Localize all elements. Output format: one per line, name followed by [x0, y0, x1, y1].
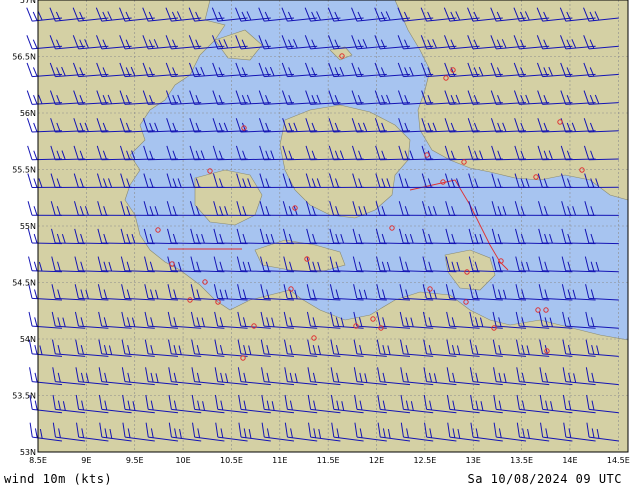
lat-tick-label: 55.5N: [12, 166, 36, 175]
lon-tick-label: 12.5E: [413, 456, 436, 465]
lon-tick-label: 11E: [272, 456, 287, 465]
latitude-labels: 57N 56.5N 56N 55.5N 55N 54.5N 54N 53.5N 53N: [12, 0, 36, 457]
map-canvas: 8.5E 9E 9.5E 10E 10.5E 11E 11.5E 12E 12.5E 13E 13.…: [12, 0, 630, 465]
lon-tick-label: 13E: [466, 456, 481, 465]
lon-tick-label: 10E: [175, 456, 190, 465]
lon-tick-label: 11.5E: [317, 456, 340, 465]
land-funen: [194, 169, 263, 226]
lat-tick-label: 53.5N: [12, 392, 36, 401]
lon-tick-label: 14.5E: [607, 456, 630, 465]
lon-tick-label: 10.5E: [220, 456, 243, 465]
lat-tick-label: 56N: [20, 109, 36, 118]
lon-tick-label: 9E: [81, 456, 91, 465]
lon-tick-label: 9.5E: [126, 456, 144, 465]
lat-tick-label: 53N: [20, 448, 36, 457]
footer-timestamp: Sa 10/08/2024 09 UTC: [467, 472, 622, 486]
lat-tick-label: 56.5N: [12, 53, 36, 62]
lat-tick-label: 54N: [20, 335, 36, 344]
longitude-labels: 8.5E 9E 9.5E 10E 10.5E 11E 11.5E 12E 12.5E 13E 13.…: [29, 456, 630, 465]
lat-tick-label: 54.5N: [12, 279, 36, 288]
lat-tick-label: 55N: [20, 222, 36, 231]
lat-tick-label: 57N: [20, 0, 36, 5]
lon-tick-label: 14E: [562, 456, 577, 465]
lon-tick-label: 12E: [369, 456, 384, 465]
lon-tick-label: 13.5E: [510, 456, 533, 465]
footer-left-label: wind 10m (kts): [4, 472, 113, 486]
lon-tick-label: 8.5E: [29, 456, 47, 465]
